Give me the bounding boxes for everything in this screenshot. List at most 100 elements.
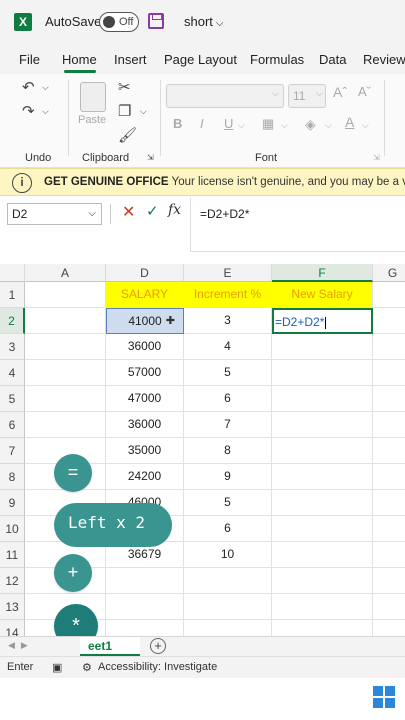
row-header[interactable]: 12 bbox=[0, 568, 25, 594]
cell-f7[interactable] bbox=[272, 438, 373, 464]
cell-f10[interactable] bbox=[272, 516, 373, 542]
cancel-icon[interactable]: ✕ bbox=[122, 202, 135, 222]
copy-icon[interactable]: ❐ bbox=[118, 102, 131, 120]
cell-g4[interactable] bbox=[373, 360, 405, 386]
cell-e2[interactable]: 3 bbox=[184, 308, 272, 334]
undo-dropdown-icon[interactable]: ⌵ bbox=[42, 82, 49, 93]
row-header[interactable]: 7 bbox=[0, 438, 25, 464]
row-header[interactable]: 13 bbox=[0, 594, 25, 620]
underline-dropdown-icon[interactable]: ⌵ bbox=[238, 120, 245, 131]
column-header-g[interactable]: G bbox=[373, 264, 405, 282]
cell-d4[interactable]: 57000 bbox=[106, 360, 184, 386]
cell-e11[interactable]: 10 bbox=[184, 542, 272, 568]
cell-a3[interactable] bbox=[25, 334, 106, 360]
cell-f2[interactable]: =D2+D2* bbox=[272, 308, 373, 334]
accessibility-status[interactable]: Accessibility: Investigate bbox=[98, 661, 217, 673]
row-header[interactable]: 2 bbox=[0, 308, 25, 334]
cell-f8[interactable] bbox=[272, 464, 373, 490]
cell-g1[interactable] bbox=[373, 282, 405, 308]
cell-e4[interactable]: 5 bbox=[184, 360, 272, 386]
cell-d5[interactable]: 47000 bbox=[106, 386, 184, 412]
cell-g9[interactable] bbox=[373, 490, 405, 516]
cell-f13[interactable] bbox=[272, 594, 373, 620]
cell-g8[interactable] bbox=[373, 464, 405, 490]
cell-a1[interactable] bbox=[25, 282, 106, 308]
cell-d8[interactable]: 24200 bbox=[106, 464, 184, 490]
font-size-dropdown-icon[interactable]: ⌵ bbox=[316, 88, 323, 99]
cell-g10[interactable] bbox=[373, 516, 405, 542]
font-launcher-icon[interactable]: ⇲ bbox=[373, 153, 380, 162]
font-color-dropdown-icon[interactable]: ⌵ bbox=[362, 120, 369, 131]
cell-g13[interactable] bbox=[373, 594, 405, 620]
cell-e7[interactable]: 8 bbox=[184, 438, 272, 464]
cell-d1[interactable]: SALARY bbox=[106, 282, 184, 308]
cell-d3[interactable]: 36000 bbox=[106, 334, 184, 360]
file-name-dropdown[interactable]: short ⌵ bbox=[184, 14, 224, 29]
grow-font-icon[interactable]: Aˆ bbox=[333, 84, 347, 100]
cell-a5[interactable] bbox=[25, 386, 106, 412]
accessibility-icon[interactable]: ⚙ bbox=[82, 661, 92, 674]
cell-f12[interactable] bbox=[272, 568, 373, 594]
cell-a2[interactable] bbox=[25, 308, 106, 334]
insert-function-icon[interactable]: fx bbox=[168, 202, 181, 218]
tab-data[interactable]: Data bbox=[319, 52, 346, 67]
add-sheet-icon[interactable]: + bbox=[150, 638, 166, 654]
row-header[interactable]: 10 bbox=[0, 516, 25, 542]
row-header[interactable]: 5 bbox=[0, 386, 25, 412]
chevron-down-icon[interactable]: ⌵ bbox=[88, 208, 96, 219]
italic-icon[interactable]: I bbox=[200, 116, 204, 131]
row-header[interactable]: 6 bbox=[0, 412, 25, 438]
sheet-tab-active[interactable]: eet1 bbox=[80, 637, 140, 656]
cell-e5[interactable]: 6 bbox=[184, 386, 272, 412]
row-header[interactable]: 11 bbox=[0, 542, 25, 568]
cell-e9[interactable]: 5 bbox=[184, 490, 272, 516]
save-icon[interactable] bbox=[148, 13, 164, 29]
cell-e10[interactable]: 6 bbox=[184, 516, 272, 542]
tab-home[interactable]: Home bbox=[62, 52, 97, 67]
cell-f1[interactable]: New Salary bbox=[272, 282, 373, 308]
cell-f5[interactable] bbox=[272, 386, 373, 412]
paste-label[interactable]: Paste bbox=[78, 114, 106, 126]
font-dropdown-icon[interactable]: ⌵ bbox=[272, 88, 279, 99]
borders-icon[interactable]: ▦ bbox=[262, 116, 274, 132]
cell-g2[interactable] bbox=[373, 308, 405, 334]
cell-d2[interactable]: 41000 ✚ bbox=[106, 308, 184, 334]
cell-f6[interactable] bbox=[272, 412, 373, 438]
cell-d13[interactable] bbox=[106, 594, 184, 620]
shrink-font-icon[interactable]: Aˇ bbox=[358, 84, 371, 99]
paste-icon[interactable] bbox=[80, 82, 106, 112]
cell-e6[interactable]: 7 bbox=[184, 412, 272, 438]
row-header[interactable]: 3 bbox=[0, 334, 25, 360]
redo-icon[interactable]: ↷ bbox=[22, 102, 35, 120]
tab-file[interactable]: File bbox=[19, 52, 40, 67]
cell-e8[interactable]: 9 bbox=[184, 464, 272, 490]
column-header-f[interactable]: F bbox=[272, 264, 373, 282]
tab-formulas[interactable]: Formulas bbox=[250, 52, 304, 67]
select-all-corner[interactable] bbox=[0, 264, 25, 282]
sheet-nav-arrows-icon[interactable]: ◀▶ bbox=[8, 640, 34, 651]
borders-dropdown-icon[interactable]: ⌵ bbox=[281, 120, 288, 131]
font-name-box[interactable] bbox=[166, 84, 284, 108]
row-header[interactable]: 1 bbox=[0, 282, 25, 308]
cell-g6[interactable] bbox=[373, 412, 405, 438]
windows-start-icon[interactable] bbox=[373, 686, 395, 708]
column-header-a[interactable]: A bbox=[25, 264, 106, 282]
copy-dropdown-icon[interactable]: ⌵ bbox=[140, 106, 147, 117]
enter-check-icon[interactable]: ✓ bbox=[146, 202, 159, 220]
cell-d7[interactable]: 35000 bbox=[106, 438, 184, 464]
row-header[interactable]: 9 bbox=[0, 490, 25, 516]
tab-page-layout[interactable]: Page Layout bbox=[164, 52, 237, 67]
fill-color-icon[interactable]: ◈ bbox=[305, 116, 316, 133]
cell-f4[interactable] bbox=[272, 360, 373, 386]
fill-color-dropdown-icon[interactable]: ⌵ bbox=[325, 120, 332, 131]
undo-icon[interactable]: ↶ bbox=[22, 78, 35, 96]
cell-g3[interactable] bbox=[373, 334, 405, 360]
cell-g12[interactable] bbox=[373, 568, 405, 594]
clipboard-launcher-icon[interactable]: ⇲ bbox=[147, 153, 154, 162]
column-header-e[interactable]: E bbox=[184, 264, 272, 282]
name-box[interactable]: D2 ⌵ bbox=[7, 203, 102, 225]
cell-f3[interactable] bbox=[272, 334, 373, 360]
cell-g5[interactable] bbox=[373, 386, 405, 412]
cell-e13[interactable] bbox=[184, 594, 272, 620]
cell-f9[interactable] bbox=[272, 490, 373, 516]
